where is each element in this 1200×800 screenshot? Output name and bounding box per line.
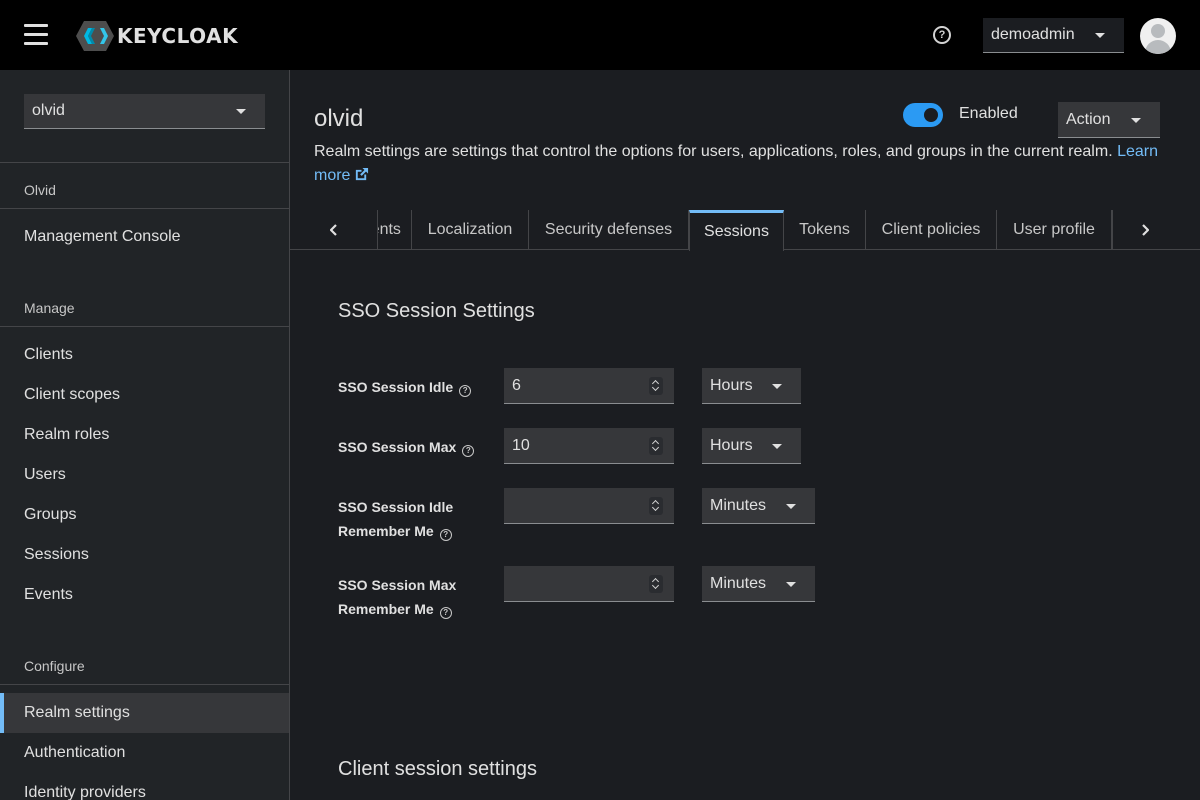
hamburger-menu-icon[interactable] [24, 24, 48, 46]
chevron-right-icon [1141, 224, 1149, 236]
masthead: KEYCLOAK ? demoadmin [0, 0, 1200, 70]
sso-session-idle-remember-me-input[interactable] [504, 488, 674, 524]
avatar[interactable] [1140, 18, 1176, 54]
chevron-left-icon [329, 224, 337, 236]
sso-session-idle-unit-select[interactable]: Hours [702, 368, 801, 404]
sidebar-item-sessions[interactable]: Sessions [0, 535, 289, 575]
help-icon[interactable]: ? [462, 445, 475, 457]
sso-session-idle-remember-me-unit-select[interactable]: Minutes [702, 488, 815, 524]
external-link-icon [356, 167, 369, 181]
action-label: Action [1066, 110, 1111, 128]
logo-text: KEYCLOAK [117, 24, 239, 48]
sidebar-item-client-scopes[interactable]: Client scopes [0, 375, 289, 415]
divider [0, 162, 289, 163]
tab-events[interactable]: Events [378, 210, 412, 250]
tab-sessions[interactable]: Sessions [689, 210, 784, 251]
page-description: Realm settings are settings that control… [314, 140, 1184, 188]
settings-tabs: Events Localization Security defenses Se… [290, 210, 1200, 251]
number-spinner-icon[interactable] [649, 575, 663, 593]
tab-client-policies[interactable]: Client policies [866, 210, 997, 250]
sidebar-item-realm-roles[interactable]: Realm roles [0, 415, 289, 455]
keycloak-logo-icon [76, 21, 114, 51]
divider [0, 326, 289, 327]
caret-down-icon [1131, 118, 1141, 123]
caret-down-icon [1095, 33, 1105, 38]
sidebar-item-users[interactable]: Users [0, 455, 289, 495]
manage-heading: Manage [24, 300, 75, 316]
action-dropdown[interactable]: Action [1058, 102, 1160, 138]
sso-session-idle-label: SSO Session Idle? [338, 375, 472, 399]
number-spinner-icon[interactable] [649, 377, 663, 395]
caret-down-icon [236, 109, 246, 114]
user-dropdown[interactable]: demoadmin [983, 18, 1124, 53]
sso-session-idle-input[interactable]: 6 [504, 368, 674, 404]
caret-down-icon [772, 444, 782, 449]
realm-name: olvid [32, 102, 65, 119]
tab-localization[interactable]: Localization [412, 210, 529, 250]
caret-down-icon [786, 504, 796, 509]
number-spinner-icon[interactable] [649, 497, 663, 515]
sso-session-max-remember-me-unit-select[interactable]: Minutes [702, 566, 815, 602]
tab-user-profile[interactable]: User profile [997, 210, 1112, 250]
sso-session-max-input[interactable]: 10 [504, 428, 674, 464]
help-icon[interactable]: ? [439, 529, 452, 541]
help-icon[interactable]: ? [933, 26, 951, 44]
sidebar-item-authentication[interactable]: Authentication [0, 733, 289, 773]
sidebar-item-identity-providers[interactable]: Identity providers [0, 773, 289, 800]
sidebar-item-groups[interactable]: Groups [0, 495, 289, 535]
description-text: Realm settings are settings that control… [314, 143, 1113, 160]
main-content: olvid Enabled Action Realm settings are … [290, 70, 1200, 800]
sso-session-max-label: SSO Session Max? [338, 435, 475, 459]
sidebar-item-management-console[interactable]: Management Console [0, 217, 289, 257]
sso-session-max-unit-select[interactable]: Hours [702, 428, 801, 464]
enabled-label: Enabled [959, 105, 1018, 122]
scroll-left-button[interactable] [290, 210, 378, 250]
sso-section-title: SSO Session Settings [338, 300, 535, 322]
tab-tokens[interactable]: Tokens [784, 210, 866, 250]
divider [0, 684, 289, 685]
sso-session-idle-remember-me-label: SSO Session Idle Remember Me? [338, 499, 454, 541]
sso-session-max-remember-me-input[interactable] [504, 566, 674, 602]
caret-down-icon [772, 384, 782, 389]
help-icon[interactable]: ? [439, 607, 452, 619]
client-session-section-title: Client session settings [338, 758, 537, 780]
realm-heading: Olvid [24, 182, 56, 198]
user-name: demoadmin [991, 26, 1075, 43]
configure-heading: Configure [24, 658, 85, 674]
caret-down-icon [786, 582, 796, 587]
number-spinner-icon[interactable] [649, 437, 663, 455]
scroll-right-button[interactable] [1112, 210, 1176, 250]
sidebar-item-realm-settings[interactable]: Realm settings [0, 693, 289, 733]
realm-selector[interactable]: olvid [24, 94, 265, 129]
sidebar-item-clients[interactable]: Clients [0, 335, 289, 375]
keycloak-logo[interactable]: KEYCLOAK [76, 21, 238, 51]
tab-security-defenses[interactable]: Security defenses [529, 210, 689, 250]
enabled-toggle[interactable] [903, 103, 943, 127]
sso-session-max-remember-me-label: SSO Session Max Remember Me? [338, 577, 457, 619]
page-title: olvid [314, 105, 364, 132]
divider [0, 208, 289, 209]
sidebar-item-events[interactable]: Events [0, 575, 289, 615]
help-icon[interactable]: ? [459, 385, 472, 397]
sidebar: olvid Olvid Management Console Manage Cl… [0, 70, 290, 800]
